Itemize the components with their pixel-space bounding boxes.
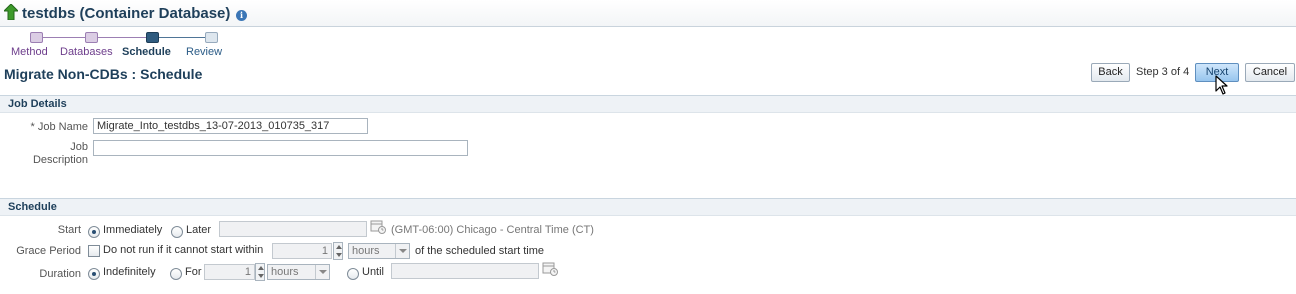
start-label: Start xyxy=(57,224,81,236)
train-connector xyxy=(98,37,146,38)
up-arrow-icon[interactable] xyxy=(4,4,18,20)
start-date-input[interactable] xyxy=(219,221,367,237)
section-title: Job Details xyxy=(8,98,67,110)
back-button[interactable]: Back xyxy=(1091,63,1130,82)
duration-label: Duration xyxy=(39,268,81,280)
grace-period-unit-value: hours xyxy=(352,245,380,257)
page-subtitle: Migrate Non-CDBs : Schedule xyxy=(4,66,203,82)
mouse-cursor-icon xyxy=(1215,75,1228,95)
train-connector xyxy=(43,37,85,38)
train-label-schedule: Schedule xyxy=(122,46,171,58)
train-stop-databases[interactable] xyxy=(85,32,98,43)
chevron-down-icon xyxy=(395,244,409,258)
calendar-icon[interactable] xyxy=(370,219,386,234)
job-name-label: * Job Name xyxy=(30,121,88,133)
timezone-text: (GMT-06:00) Chicago - Central Time (CT) xyxy=(391,224,594,236)
grace-period-checkbox-label[interactable]: Do not run if it cannot start within xyxy=(103,244,263,256)
grace-period-stepper[interactable] xyxy=(333,242,343,260)
grace-period-label: Grace Period xyxy=(16,245,81,257)
grace-period-checkbox[interactable] xyxy=(88,245,100,257)
step-indicator: Step 3 of 4 xyxy=(1136,66,1190,78)
page-title: testdbs (Container Database) xyxy=(22,5,231,22)
train-stop-review[interactable] xyxy=(205,32,218,43)
grace-period-unit-select[interactable]: hours xyxy=(348,243,410,259)
section-header-schedule: Schedule xyxy=(0,198,1296,216)
start-later-label[interactable]: Later xyxy=(186,224,211,236)
grace-period-suffix: of the scheduled start time xyxy=(415,245,545,257)
cancel-button[interactable]: Cancel xyxy=(1245,63,1295,82)
section-header-job-details: Job Details xyxy=(0,95,1296,113)
grace-period-value-input[interactable]: 1 xyxy=(272,243,332,259)
train-stop-method[interactable] xyxy=(30,32,43,43)
job-name-input[interactable]: Migrate_Into_testdbs_13-07-2013_010735_3… xyxy=(93,118,368,134)
job-description-label-line1: Job xyxy=(70,141,88,153)
duration-until-date-input[interactable] xyxy=(391,263,539,279)
duration-for-radio[interactable] xyxy=(170,268,182,280)
duration-indefinitely-label[interactable]: Indefinitely xyxy=(103,266,156,278)
duration-unit-select[interactable]: hours xyxy=(267,264,330,280)
duration-stepper[interactable] xyxy=(255,263,265,281)
start-immediately-radio[interactable] xyxy=(88,226,100,238)
calendar-icon[interactable] xyxy=(542,261,558,276)
train-connector xyxy=(159,37,205,38)
chevron-down-icon xyxy=(315,265,329,279)
train-label-databases[interactable]: Databases xyxy=(60,46,113,58)
train-label-review[interactable]: Review xyxy=(186,46,222,58)
duration-for-label[interactable]: For xyxy=(185,266,202,278)
duration-indefinitely-radio[interactable] xyxy=(88,268,100,280)
train-stop-schedule xyxy=(146,32,159,43)
duration-until-label[interactable]: Until xyxy=(362,266,384,278)
start-later-radio[interactable] xyxy=(171,226,183,238)
duration-unit-value: hours xyxy=(271,266,299,278)
job-description-input[interactable] xyxy=(93,140,468,156)
duration-value-input[interactable]: 1 xyxy=(204,264,255,280)
start-immediately-label[interactable]: Immediately xyxy=(103,224,162,236)
info-icon[interactable]: i xyxy=(236,10,247,21)
job-description-label-line2: Description xyxy=(32,154,88,166)
train-label-method[interactable]: Method xyxy=(11,46,48,58)
section-title: Schedule xyxy=(8,201,57,213)
duration-until-radio[interactable] xyxy=(347,268,359,280)
